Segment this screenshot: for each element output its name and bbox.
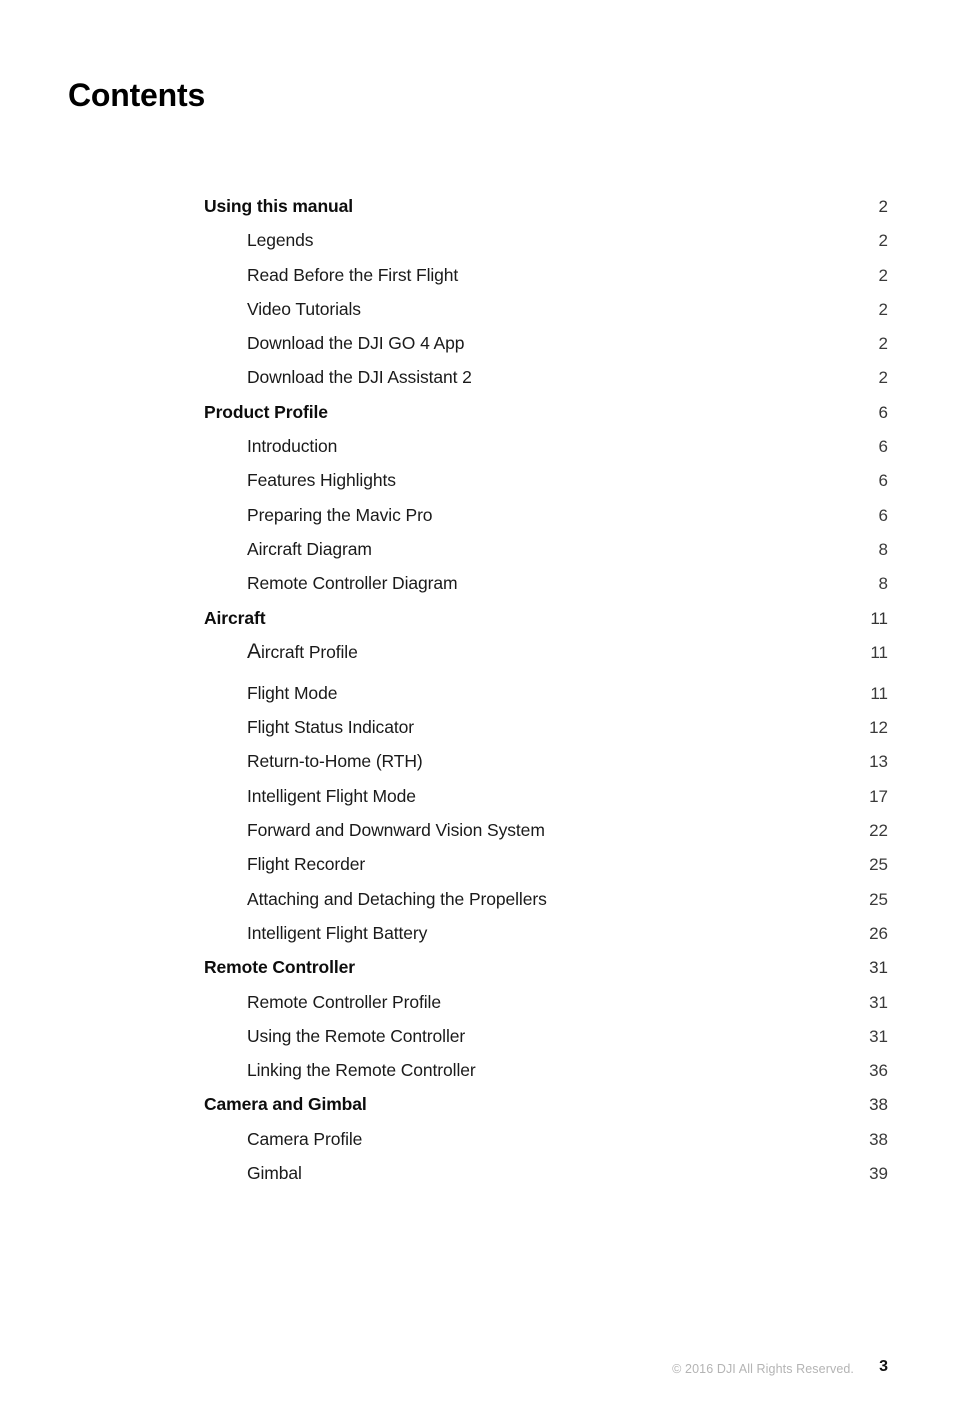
toc-section-page-number: 6 bbox=[878, 402, 888, 422]
toc-entry-page-number: 22 bbox=[869, 821, 888, 841]
toc-entry-label: Flight Status Indicator bbox=[247, 717, 414, 738]
toc-entry-row[interactable]: Forward and Downward Vision System 22 bbox=[204, 820, 888, 854]
toc-section-label: Camera and Gimbal bbox=[204, 1094, 367, 1115]
toc-entry-label: Features Highlights bbox=[247, 470, 396, 491]
toc-entry-label: Download the DJI Assistant 2 bbox=[247, 367, 472, 388]
toc-entry-label: Video Tutorials bbox=[247, 298, 361, 319]
toc-entry-row[interactable]: Preparing the Mavic Pro 6 bbox=[204, 505, 888, 539]
toc-entry-row[interactable]: Read Before the First Flight 2 bbox=[204, 265, 888, 299]
toc-entry-label: Preparing the Mavic Pro bbox=[247, 504, 433, 525]
toc-entry-row[interactable]: Legends 2 bbox=[204, 230, 888, 264]
document-page: Contents Using this manual 2 Legends 2 Read … bbox=[0, 0, 954, 1418]
toc-entry-label: Introduction bbox=[247, 436, 338, 457]
toc-entry-label: Read Before the First Flight bbox=[247, 264, 459, 285]
toc-entry-page-number: 26 bbox=[869, 923, 888, 943]
table-of-contents: Using this manual 2 Legends 2 Read Before th… bbox=[204, 196, 888, 1197]
toc-section-row[interactable]: Product Profile 6 bbox=[204, 402, 888, 436]
toc-entry-page-number: 25 bbox=[869, 889, 888, 909]
toc-entry-page-number: 2 bbox=[878, 265, 888, 285]
toc-entry-page-number: 11 bbox=[870, 642, 888, 662]
toc-entry-label: Aircraft Diagram bbox=[247, 538, 372, 559]
toc-entry-row[interactable]: Aircraft Profile 11 bbox=[204, 639, 888, 683]
toc-entry-page-number: 31 bbox=[869, 1026, 888, 1046]
toc-entry-label: Remote Controller Diagram bbox=[247, 573, 458, 594]
toc-entry-row[interactable]: Gimbal 39 bbox=[204, 1163, 888, 1197]
toc-section-label: Remote Controller bbox=[204, 957, 355, 978]
toc-section-row[interactable]: Aircraft 11 bbox=[204, 608, 888, 642]
toc-entry-label: Download the DJI GO 4 App bbox=[247, 333, 465, 354]
toc-entry-row[interactable]: Camera Profile 38 bbox=[204, 1129, 888, 1163]
toc-entry-label: Using the Remote Controller bbox=[247, 1025, 466, 1046]
toc-section-row[interactable]: Camera and Gimbal 38 bbox=[204, 1094, 888, 1128]
toc-entry-page-number: 31 bbox=[869, 992, 888, 1012]
toc-entry-row[interactable]: Remote Controller Profile 31 bbox=[204, 992, 888, 1026]
toc-entry-label: Return-to-Home (RTH) bbox=[247, 751, 423, 772]
toc-entry-label: Linking the Remote Controller bbox=[247, 1060, 476, 1081]
toc-entry-label: Intelligent Flight Mode bbox=[247, 785, 416, 806]
toc-entry-page-number: 17 bbox=[869, 786, 888, 806]
toc-entry-label: Aircraft Profile bbox=[247, 639, 358, 663]
toc-entry-page-number: 2 bbox=[878, 368, 888, 388]
toc-entry-page-number: 6 bbox=[878, 471, 888, 491]
toc-entry-row[interactable]: Intelligent Flight Battery 26 bbox=[204, 923, 888, 957]
toc-section-row[interactable]: Remote Controller 31 bbox=[204, 957, 888, 991]
toc-entry-page-number: 13 bbox=[869, 752, 888, 772]
toc-entry-row[interactable]: Video Tutorials 2 bbox=[204, 299, 888, 333]
toc-entry-row[interactable]: Remote Controller Diagram 8 bbox=[204, 573, 888, 607]
toc-entry-page-number: 6 bbox=[878, 437, 888, 457]
toc-section-label: Aircraft bbox=[204, 607, 266, 628]
toc-entry-label: Flight Recorder bbox=[247, 854, 366, 875]
toc-entry-label: Gimbal bbox=[247, 1163, 302, 1184]
toc-entry-row[interactable]: Features Highlights 6 bbox=[204, 470, 888, 504]
toc-section-label: Using this manual bbox=[204, 196, 354, 216]
toc-entry-row[interactable]: Flight Status Indicator 12 bbox=[204, 717, 888, 751]
toc-entry-row[interactable]: Download the DJI Assistant 2 2 bbox=[204, 367, 888, 401]
toc-entry-page-number: 2 bbox=[878, 334, 888, 354]
toc-entry-label-rest: ircraft Profile bbox=[261, 641, 358, 662]
toc-entry-row[interactable]: Introduction 6 bbox=[204, 436, 888, 470]
toc-section-label: Product Profile bbox=[204, 401, 328, 422]
page-title: Contents bbox=[68, 77, 206, 113]
toc-entry-page-number: 2 bbox=[878, 231, 888, 251]
toc-entry-initial: A bbox=[247, 639, 262, 663]
toc-entry-row[interactable]: Flight Recorder 25 bbox=[204, 854, 888, 888]
toc-entry-page-number: 36 bbox=[869, 1061, 888, 1081]
toc-entry-row[interactable]: Flight Mode 11 bbox=[204, 683, 888, 717]
page-footer: © 2016 DJI All Rights Reserved. 3 bbox=[0, 1358, 954, 1388]
toc-entry-label: Camera Profile bbox=[247, 1128, 363, 1149]
toc-section-page-number: 38 bbox=[869, 1095, 888, 1115]
toc-entry-page-number: 12 bbox=[869, 718, 888, 738]
toc-entry-page-number: 38 bbox=[869, 1129, 888, 1149]
toc-entry-label: Intelligent Flight Battery bbox=[247, 922, 428, 943]
toc-entry-label: Legends bbox=[247, 230, 314, 251]
toc-section-page-number: 11 bbox=[870, 608, 888, 628]
toc-entry-row[interactable]: Intelligent Flight Mode 17 bbox=[204, 786, 888, 820]
toc-entry-page-number: 11 bbox=[870, 683, 888, 703]
toc-entry-row[interactable]: Aircraft Diagram 8 bbox=[204, 539, 888, 573]
toc-entry-row[interactable]: Attaching and Detaching the Propellers 25 bbox=[204, 889, 888, 923]
toc-entry-page-number: 25 bbox=[869, 855, 888, 875]
toc-entry-row[interactable]: Linking the Remote Controller 36 bbox=[204, 1060, 888, 1094]
toc-entry-label: Attaching and Detaching the Propellers bbox=[247, 888, 547, 909]
toc-entry-label: Remote Controller Profile bbox=[247, 991, 441, 1012]
toc-section-page-number: 31 bbox=[869, 958, 888, 978]
toc-section-row[interactable]: Using this manual 2 bbox=[204, 196, 888, 230]
toc-entry-label: Forward and Downward Vision System bbox=[247, 820, 545, 841]
toc-entry-page-number: 2 bbox=[878, 299, 888, 319]
toc-entry-label: Flight Mode bbox=[247, 682, 338, 703]
toc-entry-page-number: 6 bbox=[878, 505, 888, 525]
toc-entry-row[interactable]: Download the DJI GO 4 App 2 bbox=[204, 333, 888, 367]
toc-entry-page-number: 39 bbox=[869, 1164, 888, 1184]
toc-entry-row[interactable]: Return-to-Home (RTH) 13 bbox=[204, 751, 888, 785]
toc-entry-page-number: 8 bbox=[878, 539, 888, 559]
footer-page-number: 3 bbox=[879, 1358, 888, 1375]
copyright-notice: © 2016 DJI All Rights Reserved. bbox=[672, 1362, 854, 1376]
toc-entry-page-number: 8 bbox=[878, 574, 888, 594]
toc-section-page-number: 2 bbox=[878, 197, 888, 216]
toc-entry-row[interactable]: Using the Remote Controller 31 bbox=[204, 1026, 888, 1060]
